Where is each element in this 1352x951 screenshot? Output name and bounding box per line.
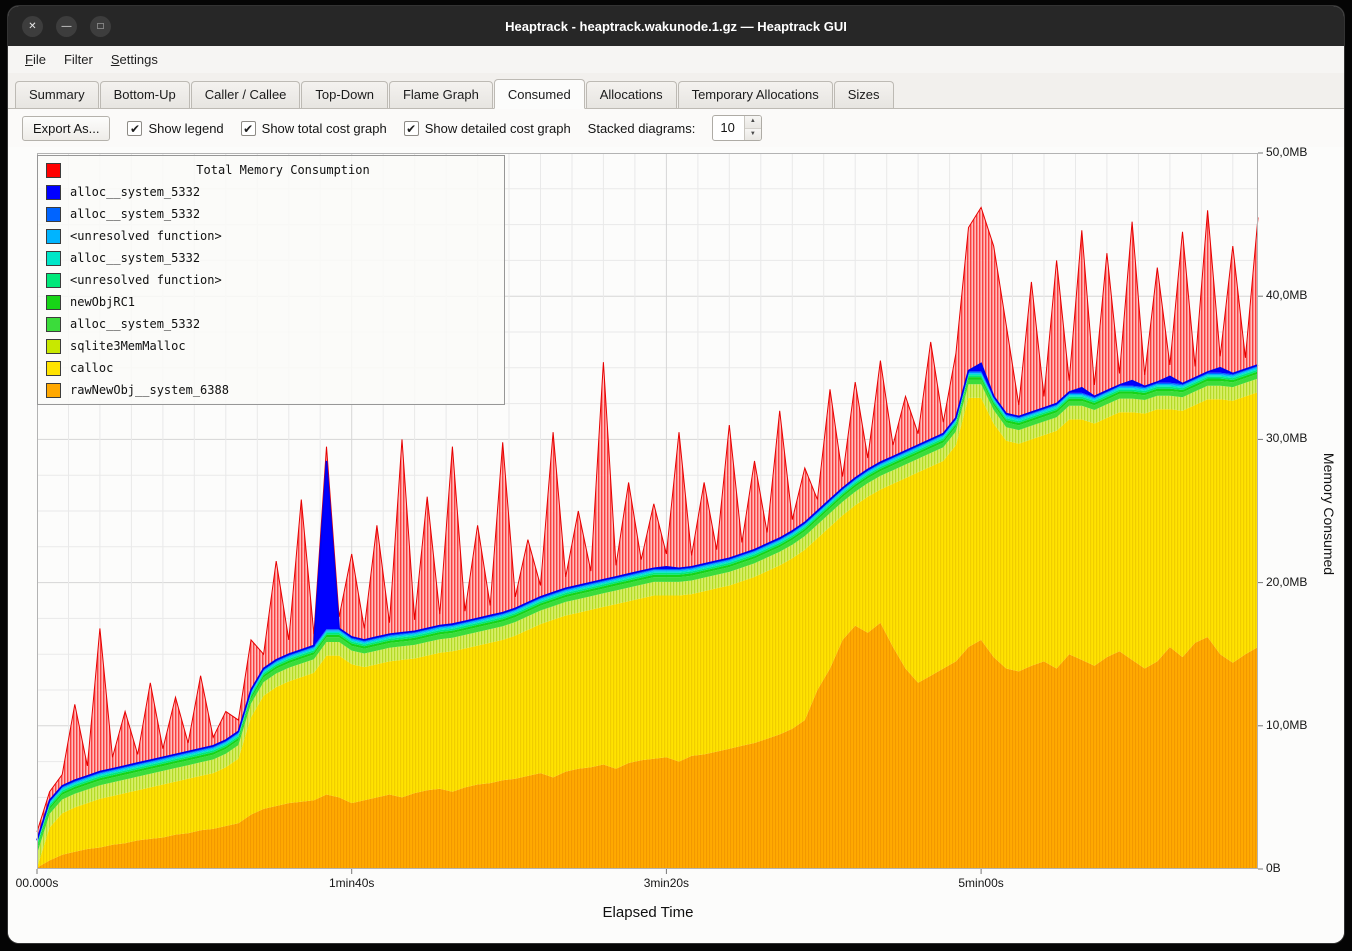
window-controls: ✕ — □ xyxy=(22,16,111,37)
checkbox-show-legend[interactable]: ✔ Show legend xyxy=(127,121,223,136)
legend-label: alloc__system_5332 xyxy=(70,185,200,199)
menu-filter[interactable]: Filter xyxy=(55,48,102,71)
menu-file[interactable]: File xyxy=(16,48,55,71)
y-axis-tick-label: 50,0MB xyxy=(1266,145,1307,159)
tab-allocations[interactable]: Allocations xyxy=(586,81,677,108)
legend-row: <unresolved function> xyxy=(42,269,500,291)
legend-label: rawNewObj__system_6388 xyxy=(70,383,229,397)
x-axis-tick-label: 3min20s xyxy=(644,876,689,890)
tab-caller-callee[interactable]: Caller / Callee xyxy=(191,81,301,108)
chart-area: Total Memory Consumption alloc__system_53… xyxy=(8,147,1344,943)
legend-swatch xyxy=(46,273,61,288)
x-axis-tick-label: 1min40s xyxy=(329,876,374,890)
tab-summary[interactable]: Summary xyxy=(15,81,99,108)
legend-label: alloc__system_5332 xyxy=(70,317,200,331)
legend: Total Memory Consumption alloc__system_53… xyxy=(37,155,505,405)
tabbar: SummaryBottom-UpCaller / CalleeTop-DownF… xyxy=(8,73,1344,109)
maximize-button[interactable]: □ xyxy=(90,16,111,37)
legend-swatch xyxy=(46,317,61,332)
close-button[interactable]: ✕ xyxy=(22,16,43,37)
legend-row: newObjRC1 xyxy=(42,291,500,313)
tab-top-down[interactable]: Top-Down xyxy=(301,81,388,108)
tab-bottom-up[interactable]: Bottom-Up xyxy=(100,81,190,108)
spin-buttons: ▲▼ xyxy=(744,116,761,140)
legend-swatch xyxy=(46,229,61,244)
legend-swatch xyxy=(46,185,61,200)
legend-row: calloc xyxy=(42,357,500,379)
checkbox-label: Show total cost graph xyxy=(262,121,387,136)
checkbox-show-detailed-cost-graph[interactable]: ✔ Show detailed cost graph xyxy=(404,121,571,136)
toolbar: Export As... ✔ Show legend ✔ Show total cos… xyxy=(8,109,1344,147)
legend-title-row: Total Memory Consumption xyxy=(42,159,500,181)
y-axis-tick-label: 40,0MB xyxy=(1266,288,1307,302)
legend-label: alloc__system_5332 xyxy=(70,207,200,221)
x-axis-tick-label: 00.000s xyxy=(16,876,59,890)
app-window: ✕ — □ Heaptrack - heaptrack.wakunode.1.gz … xyxy=(8,6,1344,943)
legend-swatch xyxy=(46,383,61,398)
titlebar[interactable]: ✕ — □ Heaptrack - heaptrack.wakunode.1.gz … xyxy=(8,6,1344,46)
y-axis-tick-label: 10,0MB xyxy=(1266,718,1307,732)
spin-up-icon[interactable]: ▲ xyxy=(745,116,761,129)
legend-row: alloc__system_5332 xyxy=(42,181,500,203)
legend-row: sqlite3MemMalloc xyxy=(42,335,500,357)
x-axis-tick-label: 5min00s xyxy=(958,876,1003,890)
legend-swatch xyxy=(46,361,61,376)
minimize-button[interactable]: — xyxy=(56,16,77,37)
y-axis-title: Memory Consumed xyxy=(1321,453,1337,575)
legend-row: alloc__system_5332 xyxy=(42,203,500,225)
window-title: Heaptrack - heaptrack.wakunode.1.gz — He… xyxy=(8,19,1344,34)
checkbox-label: Show detailed cost graph xyxy=(425,121,571,136)
legend-swatch xyxy=(46,251,61,266)
legend-label: sqlite3MemMalloc xyxy=(70,339,186,353)
legend-label: calloc xyxy=(70,361,113,375)
legend-label: <unresolved function> xyxy=(70,273,222,287)
menu-settings[interactable]: Settings xyxy=(102,48,167,71)
legend-label: Total Memory Consumption xyxy=(70,163,496,177)
legend-row: alloc__system_5332 xyxy=(42,313,500,335)
tab-consumed[interactable]: Consumed xyxy=(494,79,585,109)
checkbox-box[interactable]: ✔ xyxy=(127,121,142,136)
stacked-diagrams-spinbox[interactable]: 10 ▲▼ xyxy=(712,115,761,141)
y-axis-tick-label: 0B xyxy=(1266,861,1281,875)
toolbar-checkboxes: ✔ Show legend ✔ Show total cost graph ✔ Show … xyxy=(127,121,570,136)
legend-row: alloc__system_5332 xyxy=(42,247,500,269)
y-axis-tick-label: 30,0MB xyxy=(1266,431,1307,445)
legend-swatch xyxy=(46,339,61,354)
legend-label: <unresolved function> xyxy=(70,229,222,243)
menubar: FileFilterSettings xyxy=(8,46,1344,73)
legend-label: alloc__system_5332 xyxy=(70,251,200,265)
legend-label: newObjRC1 xyxy=(70,295,135,309)
export-as-button[interactable]: Export As... xyxy=(22,116,110,141)
tab-temporary-allocations[interactable]: Temporary Allocations xyxy=(678,81,833,108)
checkbox-box[interactable]: ✔ xyxy=(241,121,256,136)
stacked-diagrams-label: Stacked diagrams: xyxy=(588,121,696,136)
legend-swatch xyxy=(46,163,61,178)
legend-row: rawNewObj__system_6388 xyxy=(42,379,500,401)
spin-down-icon[interactable]: ▼ xyxy=(745,129,761,141)
checkbox-show-total-cost-graph[interactable]: ✔ Show total cost graph xyxy=(241,121,387,136)
legend-swatch xyxy=(46,207,61,222)
y-axis-tick-label: 20,0MB xyxy=(1266,575,1307,589)
checkbox-box[interactable]: ✔ xyxy=(404,121,419,136)
x-axis-title: Elapsed Time xyxy=(603,904,694,921)
stacked-diagrams-value: 10 xyxy=(713,116,743,140)
tab-sizes[interactable]: Sizes xyxy=(834,81,894,108)
tab-flame-graph[interactable]: Flame Graph xyxy=(389,81,493,108)
legend-swatch xyxy=(46,295,61,310)
legend-row: <unresolved function> xyxy=(42,225,500,247)
checkbox-label: Show legend xyxy=(148,121,223,136)
